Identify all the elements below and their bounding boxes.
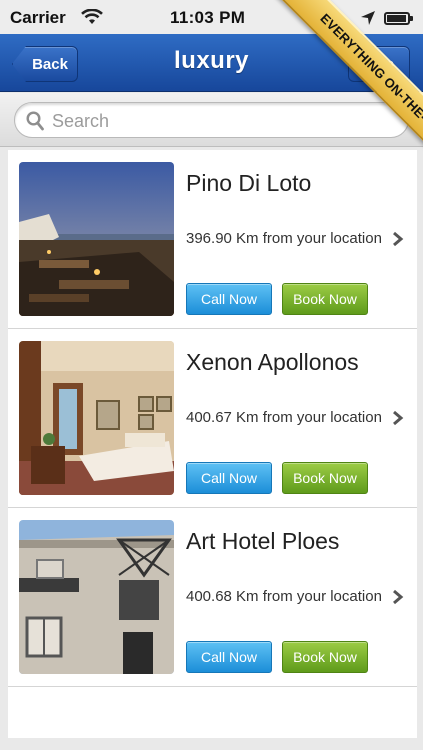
- hotel-distance: 400.67 Km from your location: [186, 409, 382, 426]
- book-now-button[interactable]: Book Now: [282, 641, 368, 673]
- hotel-row[interactable]: Pino Di Loto 396.90 Km from your locatio…: [8, 150, 417, 329]
- hotel-distance: 396.90 Km from your location: [186, 230, 382, 247]
- hotel-name: Pino Di Loto: [186, 170, 312, 196]
- hotel-list: Pino Di Loto 396.90 Km from your locatio…: [8, 150, 417, 738]
- status-bar: Carrier 11:03 PM: [0, 0, 423, 34]
- clock: 11:03 PM: [170, 8, 246, 27]
- hotel-photo-bedroom: [19, 341, 174, 495]
- call-now-button[interactable]: Call Now: [186, 283, 272, 315]
- book-now-label: Book Now: [293, 470, 357, 486]
- hotel-name: Art Hotel Ploes: [186, 528, 340, 554]
- call-now-button[interactable]: Call Now: [186, 641, 272, 673]
- wifi-icon: [81, 9, 103, 24]
- nav-bar: Back Luxury Map: [0, 34, 423, 92]
- map-button-label: Map: [364, 55, 394, 73]
- hotel-distance: 400.68 Km from your location: [186, 588, 382, 605]
- battery-icon: [384, 12, 413, 25]
- chevron-right-icon[interactable]: [392, 410, 404, 426]
- book-now-button[interactable]: Book Now: [282, 283, 368, 315]
- book-now-label: Book Now: [293, 291, 357, 307]
- location-arrow-icon: [361, 11, 375, 25]
- call-now-label: Call Now: [200, 470, 257, 486]
- book-now-button[interactable]: Book Now: [282, 462, 368, 494]
- hotel-row[interactable]: Xenon Apollonos 400.67 Km from your loca…: [8, 329, 417, 508]
- call-now-label: Call Now: [200, 649, 257, 665]
- map-button[interactable]: Map: [348, 46, 410, 82]
- call-now-button[interactable]: Call Now: [186, 462, 272, 494]
- search-input[interactable]: Search: [14, 102, 409, 138]
- hotel-name: Xenon Apollonos: [186, 349, 359, 375]
- call-now-label: Call Now: [200, 291, 257, 307]
- search-bar: Search: [0, 93, 423, 147]
- hotel-row[interactable]: Art Hotel Ploes 400.68 Km from your loca…: [8, 508, 417, 687]
- search-icon: [26, 111, 44, 131]
- carrier-label: Carrier: [10, 8, 66, 27]
- search-placeholder: Search: [52, 111, 110, 131]
- hotel-photo-pool-terrace: [19, 162, 174, 316]
- chevron-right-icon[interactable]: [392, 589, 404, 605]
- chevron-right-icon[interactable]: [392, 231, 404, 247]
- hotel-photo-building-facade: [19, 520, 174, 674]
- book-now-label: Book Now: [293, 649, 357, 665]
